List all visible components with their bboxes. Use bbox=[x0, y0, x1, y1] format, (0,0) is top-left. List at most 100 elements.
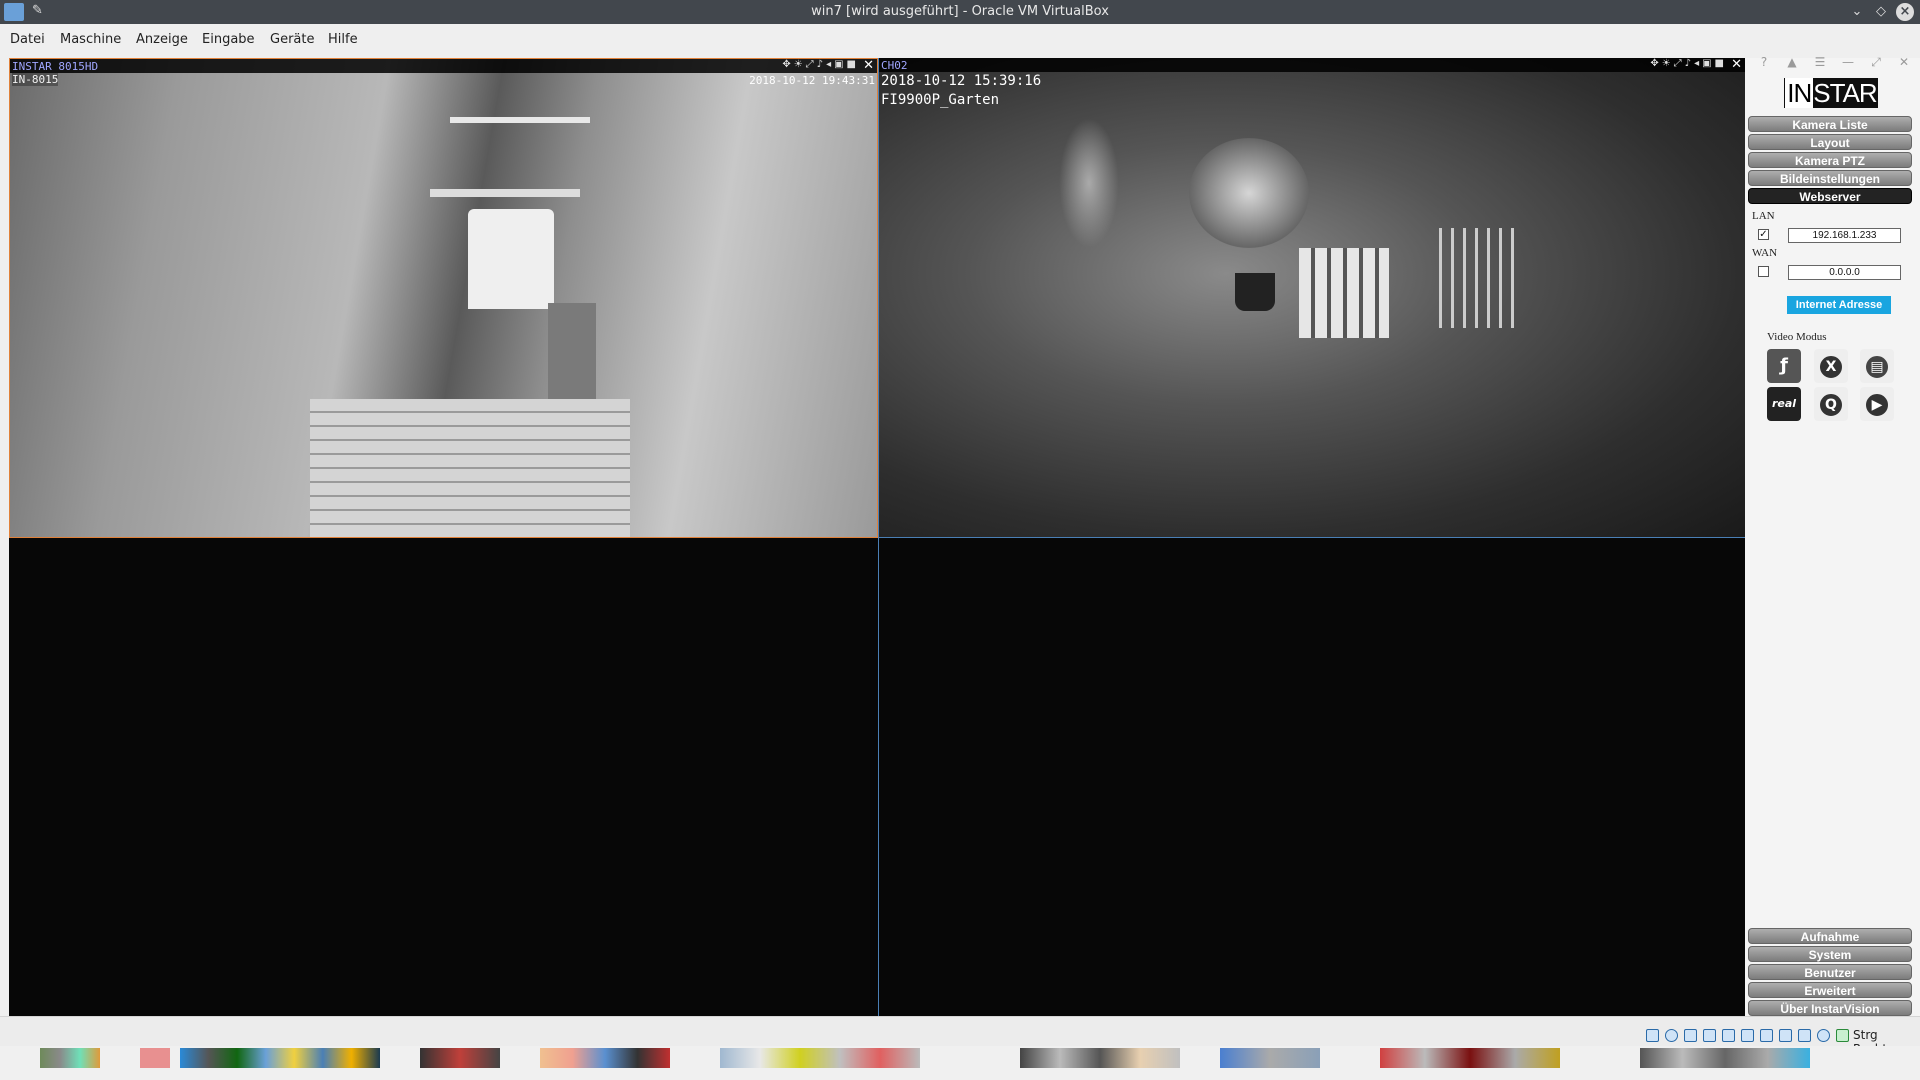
camera-2-name: CH02 bbox=[881, 59, 908, 72]
camera-1-name: INSTAR 8015HD bbox=[12, 60, 99, 73]
activex-icon[interactable]: X bbox=[1814, 349, 1848, 383]
menu-anzeige[interactable]: Anzeige bbox=[136, 32, 188, 47]
window-title: win7 [wird ausgeführt] - Oracle VM Virtu… bbox=[811, 4, 1109, 19]
real-icon[interactable]: real bbox=[1767, 387, 1801, 421]
scene-tree bbox=[1059, 118, 1119, 248]
expand-icon[interactable]: ⤢ bbox=[1868, 55, 1884, 71]
scene-stairs bbox=[310, 399, 630, 537]
camera-tile-2[interactable]: CH02 2018-10-12 15:39:16 FI9900P_Garten … bbox=[878, 58, 1745, 538]
nav-layout[interactable]: Layout bbox=[1748, 134, 1912, 150]
nav-kamera-liste[interactable]: Kamera Liste bbox=[1748, 116, 1912, 132]
camera-2-timestamp: 2018-10-12 15:39:16 bbox=[881, 73, 1042, 89]
camera-2-label: FI9900P_Garten bbox=[881, 92, 1000, 108]
usb-icon[interactable] bbox=[1722, 1029, 1735, 1042]
wan-checkbox[interactable] bbox=[1758, 266, 1769, 277]
wan-label: WAN bbox=[1752, 247, 1778, 259]
lan-label: LAN bbox=[1752, 210, 1775, 222]
play-icon[interactable]: ▶ bbox=[1860, 387, 1894, 421]
taskbar-blur-segment bbox=[540, 1048, 670, 1068]
minimize-icon[interactable]: ⌄ bbox=[1848, 3, 1866, 21]
record-icon[interactable]: ■ bbox=[847, 59, 859, 70]
menu-datei[interactable]: Datei bbox=[10, 32, 45, 47]
vbox-statusbar bbox=[0, 1016, 1920, 1046]
nav-ueber-instarvision[interactable]: Über InstarVision bbox=[1748, 1000, 1912, 1016]
quicktime-icon[interactable]: Q bbox=[1814, 387, 1848, 421]
nav-erweitert[interactable]: Erweitert bbox=[1748, 982, 1912, 998]
network-icon[interactable] bbox=[1703, 1029, 1716, 1042]
scene-shirt bbox=[468, 209, 554, 309]
help-icon[interactable]: ? bbox=[1756, 55, 1772, 71]
snapshot-icon[interactable]: ▣ bbox=[834, 59, 846, 70]
internet-address-button[interactable]: Internet Adresse bbox=[1787, 296, 1891, 314]
audio-icon[interactable] bbox=[1684, 1029, 1697, 1042]
close-icon[interactable]: × bbox=[1896, 3, 1914, 21]
camera-2-toolbar: ✥☀⤢♪◂▣■ bbox=[1650, 58, 1727, 72]
scene-pot bbox=[1235, 273, 1275, 311]
display-icon[interactable] bbox=[1760, 1029, 1773, 1042]
flash-icon[interactable]: ƒ bbox=[1767, 349, 1801, 383]
window-titlebar: ✎ win7 [wird ausgeführt] - Oracle VM Vir… bbox=[0, 0, 1920, 24]
camera-tile-4[interactable] bbox=[878, 538, 1745, 1018]
camera-1-toolbar: ✥☀⤢♪◂▣■ bbox=[782, 59, 859, 73]
menu-hilfe[interactable]: Hilfe bbox=[328, 32, 358, 47]
mjpeg-icon[interactable]: ▤ bbox=[1860, 349, 1894, 383]
taskbar-blur-segment bbox=[1220, 1048, 1320, 1068]
close-icon[interactable]: ✕ bbox=[1896, 55, 1912, 71]
scene-chair bbox=[1439, 228, 1519, 328]
ptz-icon[interactable]: ✥ bbox=[1650, 58, 1661, 69]
camera-tile-3[interactable] bbox=[9, 538, 878, 1018]
nav-kamera-ptz[interactable]: Kamera PTZ bbox=[1748, 152, 1912, 168]
taskbar-blur-segment bbox=[180, 1048, 380, 1068]
camera-1-header bbox=[10, 59, 877, 73]
nav-bildeinstellungen[interactable]: Bildeinstellungen bbox=[1748, 170, 1912, 186]
minimize-icon[interactable]: — bbox=[1840, 55, 1856, 71]
scene-plant bbox=[1189, 138, 1309, 248]
snapshot-icon[interactable]: ▣ bbox=[1702, 58, 1714, 69]
scene-rack bbox=[430, 189, 580, 197]
mic-icon[interactable]: ♪ bbox=[817, 59, 826, 70]
harddisk-icon[interactable] bbox=[1646, 1029, 1659, 1042]
lock-icon[interactable]: ▲ bbox=[1784, 55, 1800, 71]
restore-icon[interactable]: ◇ bbox=[1872, 3, 1890, 21]
nav-webserver[interactable]: Webserver bbox=[1748, 188, 1912, 204]
camera-1-model: IN-8015 bbox=[12, 73, 59, 86]
taskbar-blur-segment bbox=[40, 1048, 100, 1068]
fullscreen-icon[interactable]: ⤢ bbox=[806, 59, 817, 70]
fullscreen-icon[interactable]: ⤢ bbox=[1674, 58, 1685, 69]
speaker-icon[interactable]: ◂ bbox=[1694, 58, 1702, 69]
light-icon[interactable]: ☀ bbox=[1662, 58, 1674, 69]
taskbar-blur-segment bbox=[420, 1048, 500, 1068]
shared-folders-icon[interactable] bbox=[1741, 1029, 1754, 1042]
ptz-icon[interactable]: ✥ bbox=[782, 59, 793, 70]
nav-system[interactable]: System bbox=[1748, 946, 1912, 962]
menu-icon[interactable]: ☰ bbox=[1812, 55, 1828, 71]
menu-maschine[interactable]: Maschine bbox=[60, 32, 121, 47]
scene-fence bbox=[1299, 248, 1389, 338]
wan-ip-field[interactable]: 0.0.0.0 bbox=[1788, 265, 1901, 280]
mouse-integration-icon[interactable] bbox=[1836, 1029, 1849, 1042]
mic-icon[interactable]: ♪ bbox=[1685, 58, 1694, 69]
clipboard-icon[interactable] bbox=[1798, 1029, 1811, 1042]
menu-eingabe[interactable]: Eingabe bbox=[202, 32, 255, 47]
optical-drive-icon[interactable] bbox=[1665, 1029, 1678, 1042]
scene-shelf bbox=[450, 117, 590, 123]
video-mode-label: Video Modus bbox=[1767, 331, 1827, 343]
close-icon[interactable]: ✕ bbox=[863, 59, 874, 73]
record-icon[interactable]: ■ bbox=[1715, 58, 1727, 69]
taskbar-blur-segment bbox=[1020, 1048, 1180, 1068]
nav-benutzer[interactable]: Benutzer bbox=[1748, 964, 1912, 980]
lan-ip-field[interactable]: 192.168.1.233 bbox=[1788, 228, 1901, 243]
lan-checkbox[interactable]: ✓ bbox=[1758, 229, 1769, 240]
light-icon[interactable]: ☀ bbox=[794, 59, 806, 70]
close-icon[interactable]: ✕ bbox=[1731, 58, 1742, 72]
video-capture-icon[interactable] bbox=[1779, 1029, 1792, 1042]
scene-cabinet bbox=[548, 303, 596, 403]
taskbar-blur-segment bbox=[1380, 1048, 1560, 1068]
camera-tile-1[interactable]: INSTAR 8015HD IN-8015 2018-10-12 19:43:3… bbox=[9, 58, 878, 538]
camera-1-timestamp: 2018-10-12 19:43:31 bbox=[749, 74, 875, 87]
menu-geraete[interactable]: Geräte bbox=[270, 32, 314, 47]
nav-aufnahme[interactable]: Aufnahme bbox=[1748, 928, 1912, 944]
camera-2-header bbox=[879, 58, 1745, 72]
guest-additions-icon[interactable] bbox=[1817, 1029, 1830, 1042]
speaker-icon[interactable]: ◂ bbox=[826, 59, 834, 70]
